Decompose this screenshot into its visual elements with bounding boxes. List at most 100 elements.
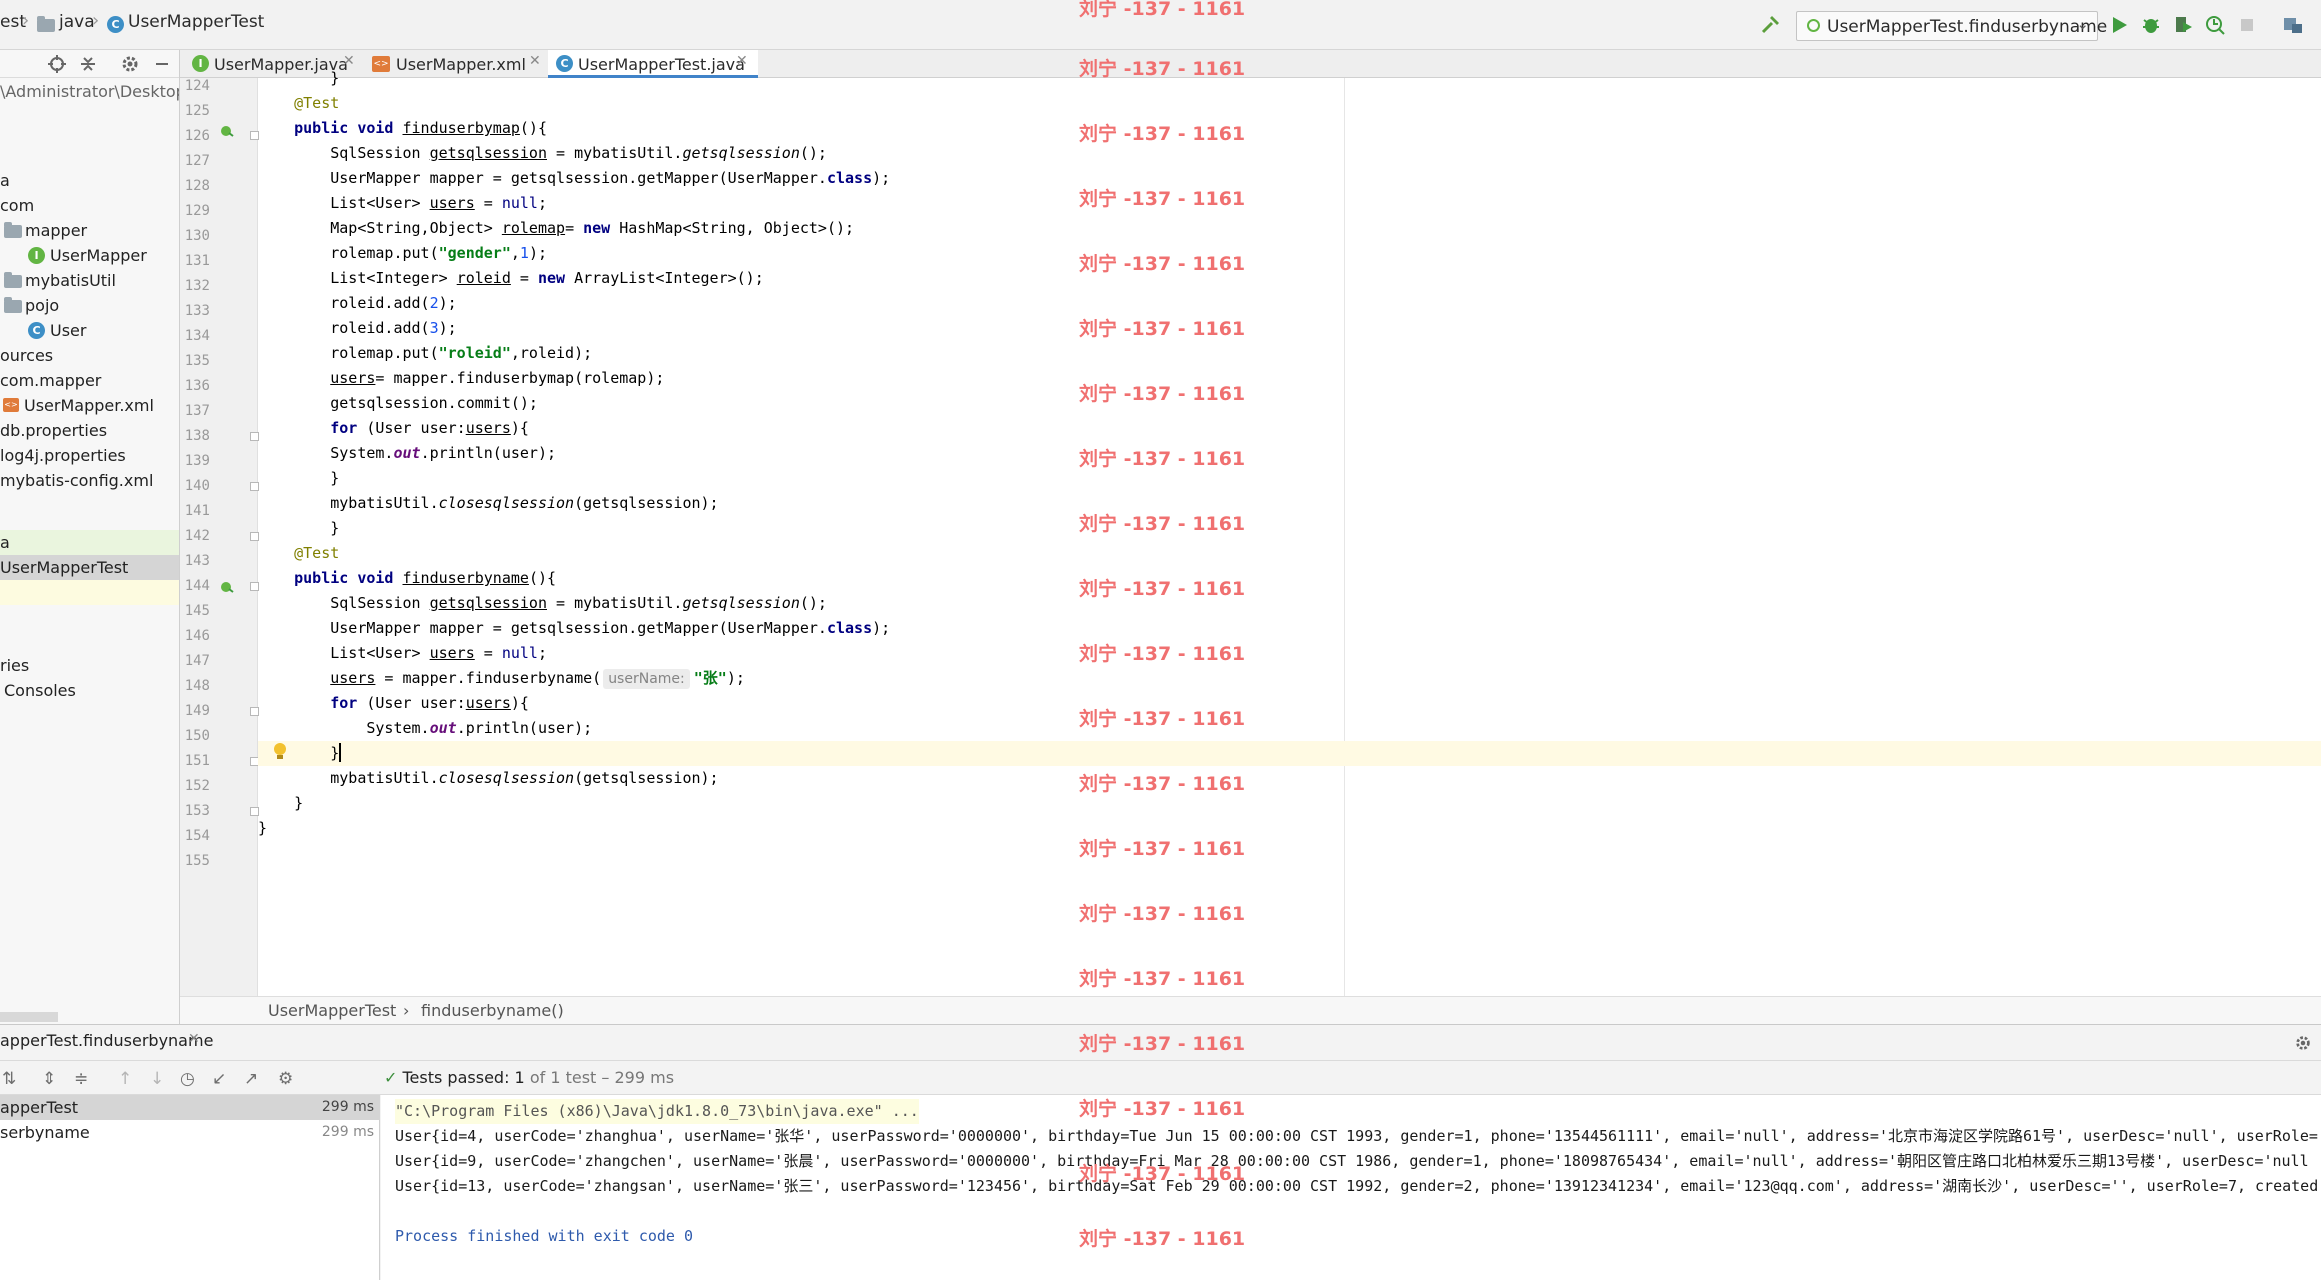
horizontal-scrollbar[interactable] (0, 1012, 58, 1022)
code-line[interactable]: Map<String,Object> rolemap= new HashMap<… (258, 216, 854, 241)
export-icon[interactable]: ↗ (244, 1069, 258, 1089)
code-line[interactable]: System.out.println(user); (258, 441, 556, 466)
tree-item-blank (0, 580, 179, 605)
line-number: 147 (184, 653, 210, 669)
next-failed-icon[interactable]: ↓ (150, 1069, 164, 1089)
import-tests-icon[interactable]: ↙ (212, 1069, 226, 1089)
current-code-line[interactable]: } (258, 741, 2321, 766)
tree-item-package-mybatisutil[interactable]: mybatisUtil (0, 268, 179, 293)
code-line[interactable]: UserMapper mapper = getsqlsession.getMap… (258, 166, 890, 191)
code-line[interactable]: for (User user:users){ (258, 691, 529, 716)
tree-item-package-com[interactable]: com (0, 193, 179, 218)
run-test-gutter-icon[interactable] (220, 124, 234, 138)
code-line[interactable]: System.out.println(user); (258, 716, 592, 741)
run-tab-label[interactable]: apperTest.finduserbyname (0, 1031, 213, 1050)
code-line[interactable]: } (258, 516, 339, 541)
code-line[interactable]: List<User> users = null; (258, 641, 547, 666)
code-line[interactable]: roleid.add(2); (258, 291, 456, 316)
close-icon[interactable]: ✕ (736, 53, 748, 69)
test-tree-item-method[interactable]: serbyname 299 ms (0, 1120, 380, 1145)
code-line[interactable]: users= mapper.finduserbymap(rolemap); (258, 366, 664, 391)
code-line[interactable]: } (258, 816, 267, 841)
run-with-coverage-icon[interactable] (2172, 14, 2194, 36)
code-line[interactable]: rolemap.put("roleid",roleid); (258, 341, 592, 366)
chevron-down-icon: ⌄ (2076, 15, 2089, 33)
tree-item-resources[interactable]: ources (0, 343, 179, 368)
tab-usermappertest-java[interactable]: C UserMapperTest.java ✕ (548, 50, 758, 78)
debug-icon[interactable] (2140, 14, 2162, 36)
run-configuration-dropdown[interactable]: UserMapperTest.finduserbyname ⌄ (1796, 11, 2107, 41)
package-icon (4, 272, 22, 288)
code-line[interactable]: roleid.add(3); (258, 316, 456, 341)
code-line[interactable]: for (User user:users){ (258, 416, 529, 441)
sort-icon[interactable]: ⇅ (2, 1069, 16, 1089)
tree-item-user[interactable]: C User (0, 318, 179, 343)
line-number: 155 (184, 853, 210, 869)
tree-item-package-pojo[interactable]: pojo (0, 293, 179, 318)
tree-item-label: ources (0, 346, 54, 365)
settings-icon[interactable]: ⚙ (278, 1069, 293, 1089)
line-number: 153 (184, 803, 210, 819)
tree-item-label: a (0, 533, 10, 552)
close-icon[interactable]: ✕ (343, 53, 355, 69)
console-output[interactable]: "C:\Program Files (x86)\Java\jdk1.8.0_73… (381, 1095, 2321, 1280)
gear-icon[interactable] (120, 54, 140, 74)
run-icon[interactable] (2108, 14, 2130, 36)
tab-usermapper-xml[interactable]: <> UserMapper.xml ✕ (366, 50, 546, 78)
lightbulb-icon[interactable] (272, 742, 288, 762)
tree-item-usermappertest[interactable]: UserMapperTest (0, 555, 179, 580)
tree-item-db-properties[interactable]: db.properties (0, 418, 179, 443)
code-line[interactable]: SqlSession getsqlsession = mybatisUtil.g… (258, 591, 827, 616)
locate-icon[interactable] (47, 54, 67, 74)
tree-item-folder[interactable]: a (0, 168, 179, 193)
collapse-all-icon[interactable]: ≑ (74, 1069, 88, 1089)
tree-item-package-mapper[interactable]: mapper (0, 218, 179, 243)
breadcrumb-file[interactable]: UserMapperTest (128, 12, 264, 32)
code-line[interactable]: mybatisUtil.closesqlsession(getsqlsessio… (258, 766, 718, 791)
code-line[interactable]: List<Integer> roleid = new ArrayList<Int… (258, 266, 764, 291)
code-line[interactable]: } (258, 66, 339, 91)
close-icon[interactable]: ✕ (529, 53, 541, 69)
hide-panel-icon[interactable] (152, 54, 172, 74)
gear-icon[interactable] (2294, 1034, 2312, 1052)
collapse-all-icon[interactable] (78, 54, 98, 74)
tree-item-usermapper[interactable]: I UserMapper (0, 243, 179, 268)
breadcrumb-class[interactable]: UserMapperTest (268, 1001, 396, 1020)
code-line[interactable]: List<User> users = null; (258, 191, 547, 216)
code-line[interactable]: public void finduserbyname(){ (258, 566, 556, 591)
run-test-gutter-icon[interactable] (220, 580, 234, 594)
stop-icon[interactable] (2236, 14, 2258, 36)
code-line[interactable]: getsqlsession.commit(); (258, 391, 538, 416)
code-line[interactable]: UserMapper mapper = getsqlsession.getMap… (258, 616, 890, 641)
history-icon[interactable]: ◷ (180, 1069, 195, 1089)
build-hammer-icon[interactable] (1760, 14, 1782, 36)
console-command-line[interactable]: "C:\Program Files (x86)\Java\jdk1.8.0_73… (395, 1099, 919, 1124)
breadcrumb-java[interactable]: java (59, 12, 95, 32)
tree-item-scratches-consoles[interactable]: Consoles (0, 678, 179, 703)
tree-item-external-libraries[interactable]: ries (0, 653, 179, 678)
code-line[interactable]: SqlSession getsqlsession = mybatisUtil.g… (258, 141, 827, 166)
line-number: 139 (184, 453, 210, 469)
expand-all-icon[interactable]: ⇕ (42, 1069, 56, 1089)
breadcrumb-method[interactable]: finduserbyname() (421, 1001, 564, 1020)
code-line[interactable]: mybatisUtil.closesqlsession(getsqlsessio… (258, 491, 718, 516)
code-line[interactable]: users = mapper.finduserbyname(userName: "… (258, 666, 745, 691)
test-tree-item-class[interactable]: apperTest 299 ms (0, 1095, 380, 1120)
project-structure-icon[interactable] (2282, 14, 2304, 36)
previous-failed-icon[interactable]: ↑ (118, 1069, 132, 1089)
tree-item-usermapper-xml[interactable]: <> UserMapper.xml (0, 393, 179, 418)
tree-item-com-mapper[interactable]: com.mapper (0, 368, 179, 393)
close-icon[interactable]: ✕ (188, 1031, 200, 1047)
tree-item-mybatis-config[interactable]: mybatis-config.xml (0, 468, 179, 493)
code-line[interactable]: } (258, 466, 339, 491)
code-line[interactable]: @Test (258, 91, 339, 116)
code-line[interactable]: public void finduserbymap(){ (258, 116, 547, 141)
profile-icon[interactable] (2204, 14, 2226, 36)
test-status-label: Tests passed: (402, 1068, 510, 1087)
console-line: User{id=13, userCode='zhangsan', userNam… (395, 1177, 2319, 1195)
code-line[interactable]: @Test (258, 541, 339, 566)
code-line[interactable]: rolemap.put("gender",1); (258, 241, 547, 266)
tree-item-log4j-properties[interactable]: log4j.properties (0, 443, 179, 468)
tree-item-test-folder[interactable]: a (0, 530, 179, 555)
code-line[interactable]: } (258, 791, 303, 816)
